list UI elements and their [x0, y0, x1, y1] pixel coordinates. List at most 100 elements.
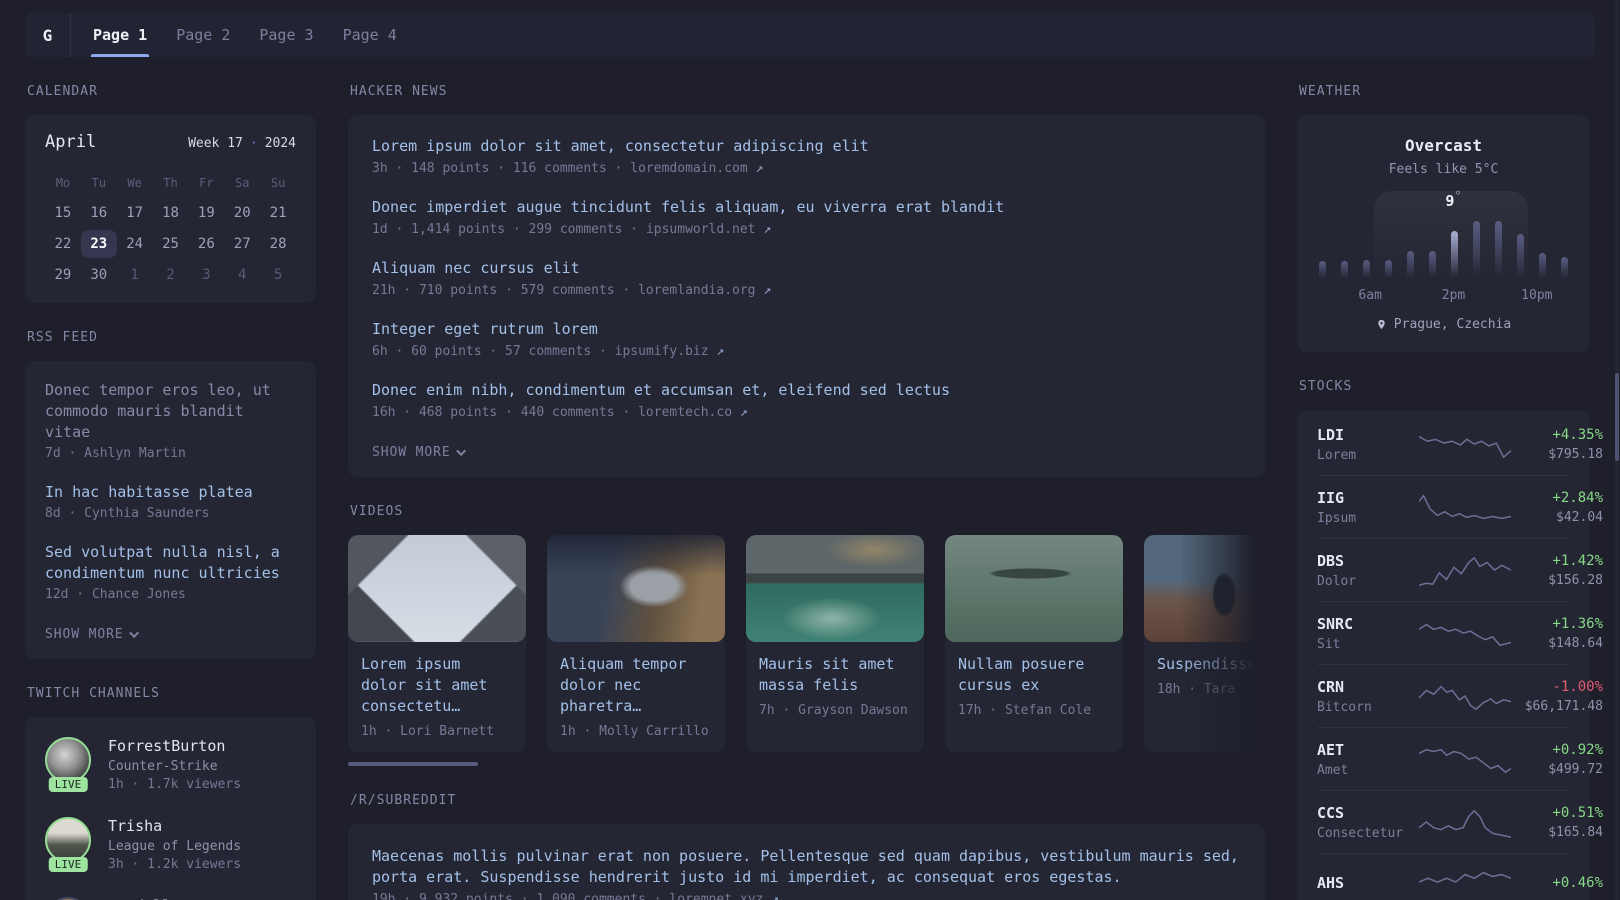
stock-row[interactable]: CRN Bitcorn -1.00% $66,171.48 [1317, 664, 1603, 727]
rss-show-more-button[interactable]: SHOW MORE [45, 627, 139, 642]
videos-scrollbar-thumb[interactable] [348, 762, 478, 766]
stock-row[interactable]: AET Amet +0.92% $499.72 [1317, 727, 1603, 790]
video-title-link[interactable]: Lorem ipsum dolor sit amet consectetu… [361, 654, 513, 717]
stock-name: Sit [1317, 637, 1341, 652]
post-title-link[interactable]: Maecenas mollis pulvinar erat non posuer… [372, 846, 1241, 888]
videos-scrollbar-track [348, 762, 1265, 766]
stock-name: Dolor [1317, 574, 1357, 589]
video-thumbnail[interactable] [1144, 535, 1265, 642]
post-domain-link[interactable]: loremnet.xyz ↗ [669, 892, 779, 900]
stock-change-percent: +2.84% [1552, 490, 1603, 506]
peak-temperature-label: 9° [1445, 189, 1462, 210]
stock-row[interactable]: LDI Lorem +4.35% $795.18 [1317, 413, 1603, 475]
stock-symbol: AHS [1317, 874, 1345, 892]
video-thumbnail[interactable] [945, 535, 1123, 642]
story-meta: 6h · 60 points · 57 comments · ipsumify.… [372, 344, 1241, 359]
home-logo[interactable]: G [25, 13, 71, 57]
degree-symbol: ° [1454, 189, 1462, 203]
stock-symbol: AET [1317, 741, 1345, 759]
section-title-rss: RSS FEED [27, 330, 98, 345]
story-domain-link[interactable]: ipsumify.biz ↗ [615, 344, 725, 359]
rss-item-title-link[interactable]: Donec tempor eros leo, ut commodo mauris… [45, 380, 296, 443]
location-pin-icon [1378, 319, 1385, 330]
tab-page-3[interactable]: Page 3 [259, 13, 313, 57]
tab-page-4[interactable]: Page 4 [343, 13, 397, 57]
stock-values: +0.46% [1511, 875, 1603, 891]
story-title-link[interactable]: Donec imperdiet augue tincidunt felis al… [372, 197, 1241, 218]
stock-change-percent: +1.36% [1552, 616, 1603, 632]
stock-sparkline [1419, 555, 1511, 587]
video-card[interactable]: Nullam posuere cursus ex 17h · Stefan Col… [945, 535, 1123, 752]
story-meta-text: 16h · 468 points · 440 comments · [372, 405, 639, 420]
stock-sparkline [1419, 807, 1511, 839]
video-title-link[interactable]: Mauris sit amet massa felis [759, 654, 911, 696]
channel-name-link[interactable]: Trisha [108, 817, 241, 835]
rss-item-meta: 7d · Ashlyn Martin [45, 446, 186, 461]
video-title-link[interactable]: Suspendisse diam [1157, 654, 1265, 675]
video-thumbnail[interactable] [348, 535, 526, 642]
rss-item-title-link[interactable]: Sed volutpat nulla nisl, a condimentum n… [45, 542, 296, 584]
calendar-widget: April Week 17 · 2024 Mo Tu We Th Fr Sa Su 15 16 17 1… [25, 115, 316, 303]
hackernews-show-more-button[interactable]: SHOW MORE [372, 445, 466, 460]
calendar-day: 22 [54, 236, 72, 252]
temperature-bar [1539, 253, 1547, 279]
page-scrollbar-thumb[interactable] [1615, 373, 1619, 461]
stock-values: +4.35% $795.18 [1511, 427, 1603, 462]
stock-change-percent: -1.00% [1552, 679, 1603, 695]
tab-page-2[interactable]: Page 2 [176, 13, 230, 57]
stock-name: Bitcorn [1317, 700, 1372, 715]
separator-dot: · [249, 136, 258, 151]
chevron-down-icon [128, 628, 139, 639]
twitch-channels-widget: LIVE ForrestBurton Counter-Strike 1h · 1.7k… [25, 717, 316, 900]
story-domain-link[interactable]: loremlandia.org ↗ [638, 283, 771, 298]
tab-page-1[interactable]: Page 1 [90, 13, 150, 57]
temperature-bars [1318, 213, 1569, 279]
twitch-channel-row: LIVE ForrestBurton Counter-Strike 1h · 1.7k… [45, 737, 296, 792]
calendar-day: 18 [162, 205, 179, 221]
video-meta: 18h · Tara [1157, 682, 1236, 697]
rss-item-meta: 12d · Chance Jones [45, 587, 186, 602]
hackernews-item: Integer eget rutrum lorem 6h · 60 points … [372, 319, 1241, 359]
story-domain-link[interactable]: loremdomain.com ↗ [630, 161, 763, 176]
subreddit-post: Maecenas mollis pulvinar erat non posuer… [372, 846, 1241, 900]
hackernews-item: Donec imperdiet augue tincidunt felis al… [372, 197, 1241, 237]
story-title-link[interactable]: Aliquam nec cursus elit [372, 258, 1241, 279]
stock-price: $499.72 [1548, 762, 1603, 777]
story-meta-text: 1d · 1,414 points · 299 comments · [372, 222, 646, 237]
stock-row[interactable]: CCS Consectetur +0.51% $165.84 [1317, 790, 1603, 853]
video-card[interactable]: Suspendisse diam 18h · Tara [1144, 535, 1265, 752]
hour-axis-label: 2pm [1441, 288, 1466, 303]
stock-name: Ipsum [1317, 511, 1357, 526]
video-card[interactable]: Aliquam tempor dolor nec pharetra… 1h · M… [547, 535, 725, 752]
story-domain-link[interactable]: loremtech.co ↗ [638, 405, 748, 420]
calendar-weekday-label: Fr [199, 176, 214, 190]
video-thumbnail[interactable] [547, 535, 725, 642]
stock-row[interactable]: DBS Dolor +1.42% $156.28 [1317, 538, 1603, 601]
temperature-bar [1428, 251, 1436, 279]
section-title-stocks: STOCKS [1299, 379, 1353, 394]
calendar-selected-day: 23 [80, 230, 117, 258]
story-domain-link[interactable]: ipsumworld.net ↗ [646, 222, 771, 237]
channel-category-link[interactable]: Counter-Strike [108, 759, 241, 774]
stock-row[interactable]: AHS +0.46% [1317, 853, 1603, 900]
rss-item-title-link[interactable]: In hac habitasse platea [45, 482, 296, 503]
channel-name-link[interactable]: ForrestBurton [108, 737, 241, 755]
stock-row[interactable]: IIG Ipsum +2.84% $42.04 [1317, 475, 1603, 538]
calendar-day: 26 [197, 236, 215, 252]
stock-row[interactable]: SNRC Sit +1.36% $148.64 [1317, 601, 1603, 664]
stock-identity: CRN Bitcorn [1317, 678, 1419, 715]
video-card[interactable]: Mauris sit amet massa felis 7h · Grayson … [746, 535, 924, 752]
video-thumbnail[interactable] [746, 535, 924, 642]
story-title-link[interactable]: Lorem ipsum dolor sit amet, consectetur … [372, 136, 1241, 157]
story-title-link[interactable]: Integer eget rutrum lorem [372, 319, 1241, 340]
video-title-link[interactable]: Aliquam tempor dolor nec pharetra… [560, 654, 712, 717]
story-title-link[interactable]: Donec enim nibh, condimentum et accumsan… [372, 380, 1241, 401]
calendar-weekday-label: Su [270, 176, 286, 190]
channel-category-link[interactable]: League of Legends [108, 839, 241, 854]
video-card[interactable]: Lorem ipsum dolor sit amet consectetu… 1h… [348, 535, 526, 752]
external-link-icon: ↗ [716, 344, 725, 359]
rss-item: In hac habitasse platea 8d · Cynthia Saun… [45, 482, 296, 521]
video-title-link[interactable]: Nullam posuere cursus ex [958, 654, 1110, 696]
stock-values: +0.51% $165.84 [1511, 805, 1603, 840]
live-badge: LIVE [48, 777, 88, 792]
